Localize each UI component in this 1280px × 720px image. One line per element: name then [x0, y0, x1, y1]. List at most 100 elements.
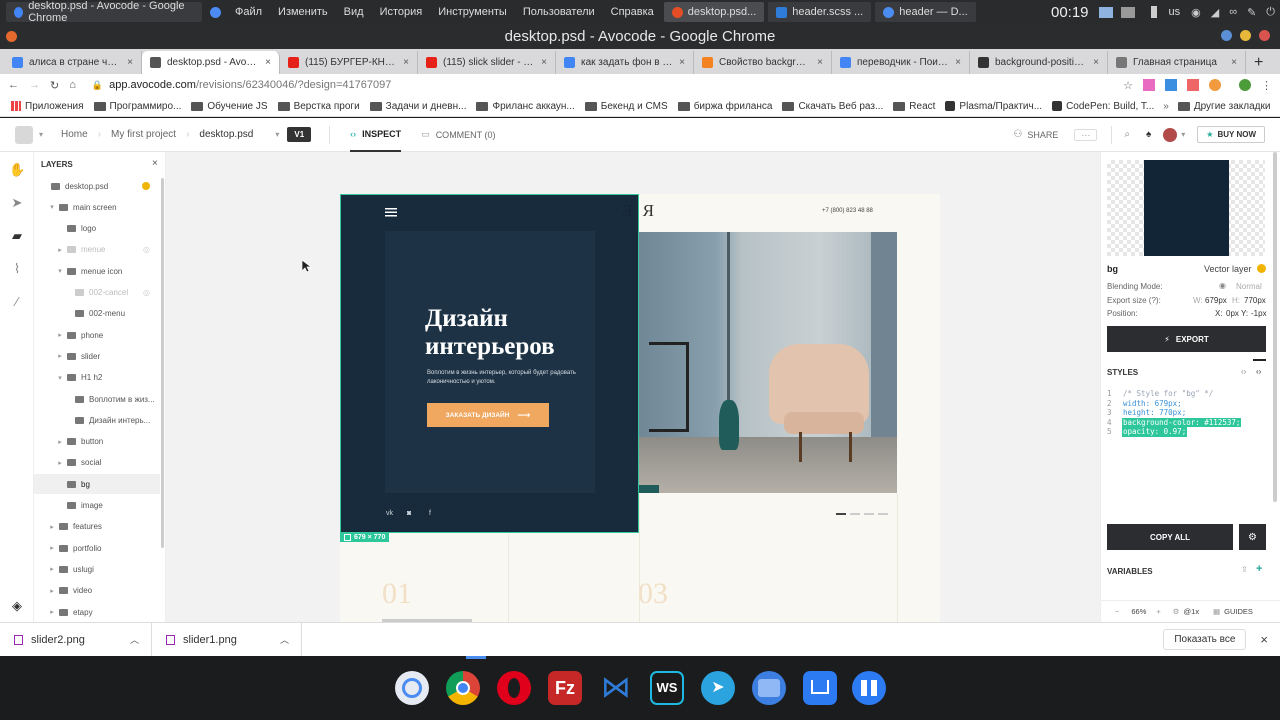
export-width[interactable]: 679px — [1205, 296, 1227, 305]
layer-row[interactable]: image — [34, 496, 160, 516]
browser-tab[interactable]: background-position-x × — [970, 51, 1108, 74]
filezilla-icon[interactable]: Fz — [548, 671, 582, 705]
tab-comment[interactable]: ▭ COMMENT (0) — [421, 129, 495, 140]
taskbar-item-3[interactable]: header — D... — [875, 2, 976, 22]
chevron-down-icon[interactable]: ▾ — [1181, 130, 1185, 139]
layers-scrollbar[interactable] — [161, 178, 164, 548]
close-button[interactable] — [1259, 30, 1270, 41]
share-button[interactable]: SHARE — [1027, 130, 1058, 140]
export-height[interactable]: 770px — [1244, 296, 1266, 305]
slider-dot[interactable] — [836, 513, 846, 515]
eye-icon[interactable]: ◉ — [1219, 281, 1226, 290]
warning-icon[interactable] — [142, 182, 150, 190]
scale-value[interactable]: @1x — [1184, 607, 1200, 616]
close-tab-icon[interactable]: × — [1231, 57, 1237, 68]
order-design-button[interactable]: ЗАКАЗАТЬ ДИЗАЙН ⟶ — [427, 403, 549, 427]
keyboard-layout[interactable]: us — [1163, 6, 1187, 18]
link-icon[interactable]: ∞ — [1224, 6, 1242, 18]
hidden-eye-icon[interactable]: ◎ — [143, 245, 150, 254]
star-icon[interactable]: ☆ — [1123, 79, 1133, 92]
webstorm-icon[interactable]: WS — [650, 671, 684, 705]
browser-tab[interactable]: (115) БУРГЕР-КНОПКА × — [280, 51, 418, 74]
browser-tab[interactable]: desktop.psd - Avocode × — [142, 51, 280, 74]
chevron-up-icon[interactable]: ︿ — [280, 633, 289, 646]
warning-icon[interactable] — [1257, 264, 1266, 273]
zoom-out-button[interactable]: − — [1115, 607, 1119, 616]
app-menu-item[interactable]: Справка — [603, 0, 662, 24]
layer-row[interactable]: ▸ slider — [34, 346, 160, 366]
hero-image[interactable] — [639, 232, 897, 493]
guides-toggle[interactable]: GUIDES — [1224, 607, 1253, 616]
layer-row[interactable]: ▾ H1 h2 — [34, 368, 160, 388]
layer-row[interactable]: 002-cancel ◎ — [34, 283, 160, 303]
layer-row[interactable]: ▾ menue icon — [34, 261, 160, 281]
close-tab-icon[interactable]: × — [817, 57, 823, 68]
bookmark-item[interactable]: Верстка проги — [273, 101, 365, 112]
facebook-icon[interactable]: f — [429, 510, 431, 517]
breadcrumb-project[interactable]: My first project — [111, 129, 176, 140]
store-icon[interactable] — [803, 671, 837, 705]
measure-tool-icon[interactable]: ▰ — [9, 228, 25, 244]
power-icon[interactable]: ⏻ — [1261, 6, 1280, 19]
bookmark-item[interactable]: Обучение JS — [186, 101, 272, 112]
layer-row[interactable]: ▸ button — [34, 432, 160, 452]
disclosure-arrow-icon[interactable]: ▾ — [48, 203, 56, 211]
layer-row[interactable]: ▸ video — [34, 581, 160, 601]
layer-row[interactable]: ▸ menue ◎ — [34, 240, 160, 260]
download-item-1[interactable]: slider2.png ︿ — [0, 622, 152, 657]
layer-row[interactable]: desktop.psd — [34, 176, 160, 196]
disclosure-arrow-icon[interactable]: ▸ — [48, 544, 56, 552]
layer-row[interactable]: ▸ etapy — [34, 602, 160, 622]
bookmark-item[interactable]: Приложения — [6, 101, 89, 112]
close-tab-icon[interactable]: × — [679, 57, 685, 68]
app-menu-item[interactable]: Вид — [336, 0, 372, 24]
search-icon[interactable]: ⌕ — [1124, 129, 1130, 140]
profile-avatar[interactable] — [1239, 79, 1251, 91]
layer-row[interactable]: ▸ phone — [34, 325, 160, 345]
position-y[interactable]: -1px — [1251, 309, 1267, 318]
extension-icon[interactable] — [1143, 79, 1155, 91]
layer-row[interactable]: bg — [34, 474, 160, 495]
layer-row[interactable]: ▸ features — [34, 517, 160, 537]
browser-app-icon[interactable] — [395, 671, 429, 705]
breadcrumb-file[interactable]: desktop.psd — [199, 129, 253, 140]
layer-row[interactable]: ▸ social — [34, 453, 160, 473]
close-icon[interactable]: × — [152, 158, 158, 169]
pen-icon[interactable]: ✎ — [1242, 6, 1261, 19]
new-tab-button[interactable]: + — [1254, 51, 1263, 74]
reload-icon[interactable]: ↻ — [50, 79, 59, 92]
bookmark-item[interactable]: React — [888, 101, 940, 112]
opera-icon[interactable] — [497, 671, 531, 705]
close-tab-icon[interactable]: × — [955, 57, 961, 68]
close-tab-icon[interactable]: × — [541, 57, 547, 68]
terminal-icon[interactable] — [1120, 6, 1135, 18]
close-tab-icon[interactable]: × — [127, 57, 133, 68]
disclosure-arrow-icon[interactable]: ▾ — [56, 267, 64, 275]
disclosure-arrow-icon[interactable]: ▸ — [56, 438, 64, 446]
telegram-icon[interactable]: ➤ — [701, 671, 735, 705]
maximize-button[interactable] — [1240, 30, 1251, 41]
wifi-icon[interactable]: ◉ — [1186, 6, 1206, 19]
vscode-icon[interactable]: ⋈ — [599, 671, 633, 705]
more-button[interactable]: ··· — [1074, 128, 1098, 141]
window-menu-icon[interactable] — [6, 31, 17, 42]
brush-icon[interactable]: ∕ — [9, 294, 25, 310]
close-tab-icon[interactable]: × — [265, 57, 271, 68]
export-button[interactable]: ⚡ EXPORT — [1107, 326, 1266, 352]
zoom-in-button[interactable]: + — [1156, 607, 1160, 616]
files-icon[interactable] — [752, 671, 786, 705]
user-icon[interactable] — [15, 125, 33, 144]
url-bar[interactable]: 🔒 app.avocode.com/revisions/62340046/?de… — [86, 75, 1113, 95]
browser-tab[interactable]: (115) slick slider - YouTu × — [418, 51, 556, 74]
app-menu-item[interactable]: Файл — [227, 0, 270, 24]
close-tab-icon[interactable]: × — [403, 57, 409, 68]
chevron-down-icon[interactable]: ▾ — [39, 130, 43, 139]
code-icon[interactable]: ‹› — [1241, 367, 1246, 376]
chevron-up-icon[interactable]: ︿ — [130, 633, 139, 646]
chrome-menu-icon[interactable]: ⋮ — [1261, 79, 1272, 92]
download-item-2[interactable]: slider1.png ︿ — [152, 622, 302, 657]
settings-icon[interactable]: ⚙ — [1239, 524, 1266, 550]
bookmark-item[interactable]: биржа фриланса — [673, 101, 778, 112]
bookmark-item[interactable]: CodePen: Build, T... — [1047, 101, 1159, 112]
browser-tab[interactable]: алиса в стране чудес с × — [4, 51, 142, 74]
